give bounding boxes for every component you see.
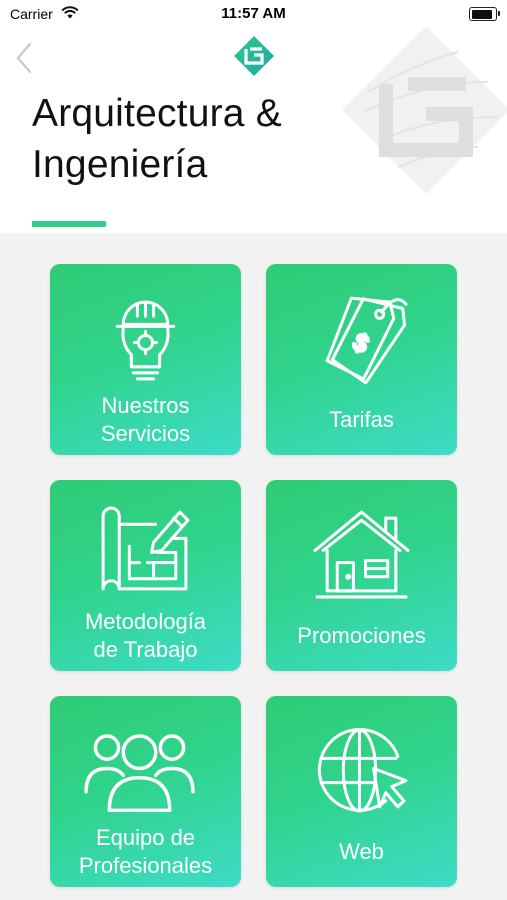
- tile-metodologia-de-trabajo[interactable]: Metodología de Trabajo: [50, 480, 241, 671]
- page-title-line2: Ingeniería: [32, 143, 208, 186]
- header: Arquitectura & Ingeniería: [0, 28, 507, 233]
- page-title-line1: Arquitectura &: [32, 92, 282, 135]
- title-underline: [32, 221, 106, 227]
- page-title: Arquitectura & Ingeniería: [32, 88, 362, 190]
- tile-label-line1: Nuestros: [101, 393, 190, 418]
- tile-nuestros-servicios[interactable]: Nuestros Servicios: [50, 264, 241, 455]
- tile-label-line2: Servicios: [100, 421, 191, 446]
- tile-label: Web: [339, 839, 384, 864]
- brand-logo-icon: [233, 35, 275, 77]
- tile-label-line2: Profesionales: [78, 853, 213, 878]
- tile-label-line2: de Trabajo: [93, 637, 198, 662]
- status-bar: Carrier 11:57 AM: [0, 0, 507, 28]
- tile-label: Metodología de Trabajo: [50, 608, 241, 664]
- tile-label: Tarifas: [329, 407, 394, 432]
- svg-text:$: $: [349, 328, 373, 358]
- tile-web[interactable]: Web: [266, 696, 457, 887]
- house-icon: [311, 502, 412, 603]
- blueprint-icon: [95, 502, 196, 603]
- tile-label-line1: Metodología: [84, 609, 207, 634]
- tile-tarifas[interactable]: $ Tarifas: [266, 264, 457, 455]
- tile-label: Promociones: [297, 623, 426, 648]
- lightbulb-helmet-icon: [95, 286, 196, 387]
- tile-label: Nuestros Servicios: [50, 392, 241, 448]
- battery-icon: [469, 7, 500, 21]
- team-icon: [84, 718, 196, 819]
- brand-watermark-icon: [338, 28, 507, 198]
- globe-cursor-icon: [311, 718, 412, 819]
- price-tag-icon: $: [311, 286, 412, 387]
- tile-label-line1: Equipo de: [95, 825, 196, 850]
- tile-equipo-de-profesionales[interactable]: Equipo de Profesionales: [50, 696, 241, 887]
- status-time: 11:57 AM: [221, 5, 286, 22]
- back-button[interactable]: [13, 40, 41, 76]
- chevron-left-icon: [16, 42, 32, 74]
- tile-promociones[interactable]: Promociones: [266, 480, 457, 671]
- tile-label: Equipo de Profesionales: [50, 824, 241, 880]
